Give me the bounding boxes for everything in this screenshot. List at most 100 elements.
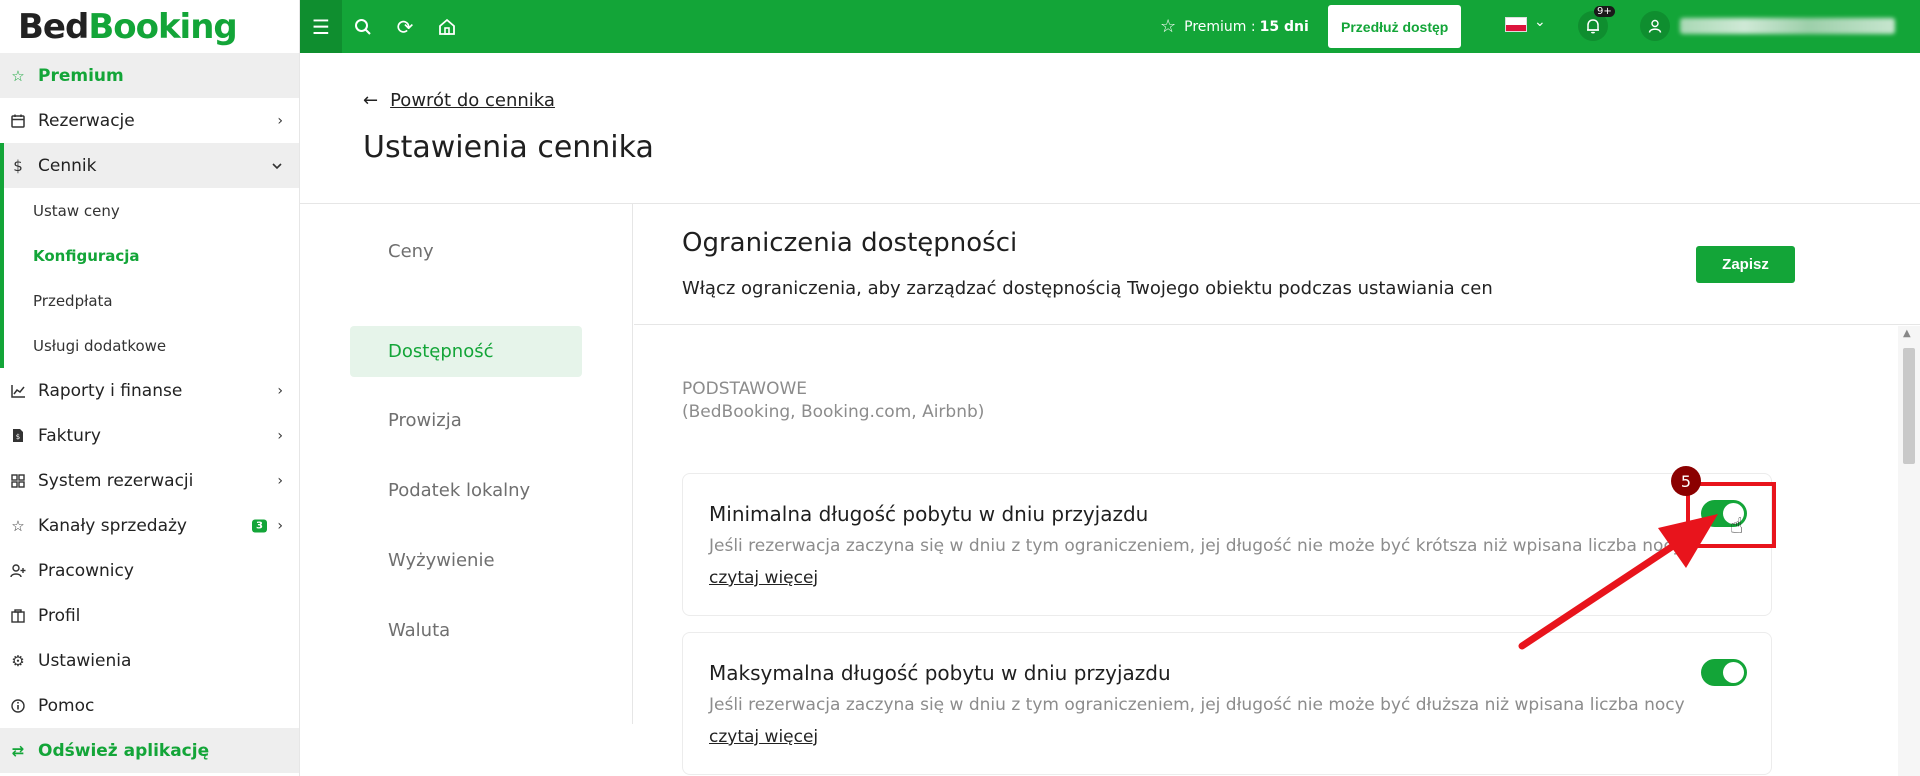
building-icon <box>10 608 26 624</box>
sidebar-item-premium[interactable]: ☆ Premium <box>0 53 299 98</box>
language-flag-icon[interactable] <box>1505 17 1527 32</box>
sidebar: Bed Booking ☆ Premium Rezerwacje › $ Cenn… <box>0 0 300 776</box>
sidebar-item-kanaly-sprzedazy[interactable]: ☆ Kanały sprzedaży 3 › <box>0 503 299 548</box>
logo-bed: Bed <box>18 6 89 47</box>
page-header: ← Powrót do cennika Ustawienia cennika <box>300 53 1920 204</box>
tab-podatek-lokalny[interactable]: Podatek lokalny <box>350 465 582 516</box>
chevron-right-icon: › <box>277 472 283 489</box>
premium-days: 15 dni <box>1259 18 1309 35</box>
back-link-label: Powrót do cennika <box>390 90 555 111</box>
sidebar-item-label: Faktury <box>38 425 101 446</box>
chevron-right-icon: › <box>277 112 283 129</box>
extend-access-button[interactable]: Przedłuż dostęp <box>1328 5 1462 48</box>
step-number-badge: 5 <box>1671 466 1701 496</box>
sidebar-item-pomoc[interactable]: Pomoc <box>0 683 299 728</box>
card-description: Jeśli rezerwacja zaczyna się w dniu z ty… <box>709 695 1685 715</box>
app-logo[interactable]: Bed Booking <box>0 0 299 53</box>
section-title: Ograniczenia dostępności <box>682 228 1018 258</box>
channels-count-badge: 3 <box>252 519 267 532</box>
sidebar-item-ustawienia[interactable]: ⚙ Ustawienia <box>0 638 299 683</box>
dollar-icon: $ <box>13 156 23 175</box>
refresh-icon: ⇄ <box>11 741 25 760</box>
submenu-item-uslugi-dodatkowe[interactable]: Usługi dodatkowe <box>4 323 299 368</box>
submenu-item-konfiguracja[interactable]: Konfiguracja <box>4 233 299 278</box>
refresh-app-button[interactable]: ⇄ Odśwież aplikację <box>0 728 299 773</box>
tab-ceny[interactable]: Ceny <box>350 226 582 277</box>
read-more-link[interactable]: czytaj więcej <box>709 568 818 588</box>
sidebar-item-label: Cennik <box>38 155 97 176</box>
chevron-right-icon: › <box>277 517 283 534</box>
cennik-submenu: Ustaw ceny Konfiguracja Przedpłata Usług… <box>0 188 299 368</box>
sidebar-item-label: Kanały sprzedaży <box>38 515 187 536</box>
group-label-title: PODSTAWOWE <box>682 379 808 399</box>
sidebar-item-label: Raporty i finanse <box>38 380 183 401</box>
annotation-arrow-icon <box>1518 514 1718 650</box>
save-button[interactable]: Zapisz <box>1696 246 1795 283</box>
page-title: Ustawienia cennika <box>363 130 654 165</box>
arrow-left-icon: ← <box>363 90 379 111</box>
read-more-link[interactable]: czytaj więcej <box>709 727 818 747</box>
premium-label: Premium : <box>1184 18 1256 35</box>
sidebar-item-label: Ustawienia <box>38 650 132 671</box>
user-avatar-icon[interactable] <box>1640 11 1670 41</box>
sidebar-item-cennik[interactable]: $ Cennik <box>0 143 299 188</box>
sidebar-item-system-rezerwacji[interactable]: System rezerwacji › <box>0 458 299 503</box>
card-title: Maksymalna długość pobytu w dniu przyjaz… <box>709 661 1171 685</box>
search-icon[interactable] <box>342 0 384 53</box>
sidebar-item-raporty[interactable]: Raporty i finanse › <box>0 368 299 413</box>
chevron-down-icon <box>271 158 283 174</box>
back-to-pricing-link[interactable]: ← Powrót do cennika <box>363 90 555 111</box>
card-title: Minimalna długość pobytu w dniu przyjazd… <box>709 502 1149 526</box>
divider <box>634 324 1920 325</box>
grid-icon <box>10 473 26 489</box>
chart-icon <box>10 383 26 399</box>
tab-waluta[interactable]: Waluta <box>350 605 582 656</box>
sidebar-item-label: Profil <box>38 605 81 626</box>
star-icon: ☆ <box>11 66 25 85</box>
toggle-knob <box>1723 662 1744 683</box>
max-stay-toggle[interactable] <box>1701 659 1747 686</box>
sidebar-item-label: Pomoc <box>38 695 95 716</box>
section-description: Włącz ograniczenia, aby zarządzać dostęp… <box>682 278 1493 299</box>
sidebar-item-label: System rezerwacji <box>38 470 194 491</box>
group-label: PODSTAWOWE (BedBooking, Booking.com, Air… <box>682 378 984 424</box>
user-add-icon <box>10 563 26 579</box>
chevron-right-icon: › <box>277 382 283 399</box>
sidebar-item-label: Premium <box>38 65 124 86</box>
settings-tabs: Ceny Dostępność Prowizja Podatek lokalny… <box>300 204 633 724</box>
submenu-item-ustaw-ceny[interactable]: Ustaw ceny <box>4 188 299 233</box>
sync-icon[interactable]: ⟳ <box>384 0 426 53</box>
premium-status: ☆ Premium : 15 dni <box>1160 0 1309 53</box>
scrollbar-thumb[interactable] <box>1903 348 1915 464</box>
sidebar-item-pracownicy[interactable]: Pracownicy <box>0 548 299 593</box>
top-bar: ☰ ⟳ ☆ Premium : 15 dni Przedłuż dostęp ⌄… <box>300 0 1920 53</box>
gear-icon: ⚙ <box>11 651 25 670</box>
submenu-item-przedplata[interactable]: Przedpłata <box>4 278 299 323</box>
svg-text:$: $ <box>16 433 20 441</box>
notification-count-badge: 9+ <box>1594 6 1615 17</box>
logo-booking: Booking <box>88 6 237 47</box>
sidebar-item-label: Pracownicy <box>38 560 134 581</box>
tab-dostepnosc[interactable]: Dostępność <box>350 326 582 377</box>
home-icon[interactable] <box>426 0 468 53</box>
chevron-right-icon: › <box>277 427 283 444</box>
sidebar-item-profil[interactable]: Profil <box>0 593 299 638</box>
scrollbar[interactable]: ▲ <box>1898 326 1920 776</box>
invoice-icon: $ <box>10 428 26 444</box>
star-icon: ☆ <box>1160 16 1177 37</box>
scroll-up-arrow-icon[interactable]: ▲ <box>1903 328 1911 339</box>
calendar-icon <box>10 113 26 129</box>
user-email-blurred[interactable] <box>1680 18 1895 34</box>
chevron-down-icon[interactable]: ⌄ <box>1534 14 1546 30</box>
sidebar-item-rezerwacje[interactable]: Rezerwacje › <box>0 98 299 143</box>
star-icon: ☆ <box>11 516 25 535</box>
sidebar-item-label: Rezerwacje <box>38 110 135 131</box>
sidebar-item-faktury[interactable]: $ Faktury › <box>0 413 299 458</box>
info-icon <box>10 698 26 714</box>
tab-wyzywienie[interactable]: Wyżywienie <box>350 535 582 586</box>
tab-prowizja[interactable]: Prowizja <box>350 395 582 446</box>
hamburger-menu-icon[interactable]: ☰ <box>300 0 342 53</box>
group-label-channels: (BedBooking, Booking.com, Airbnb) <box>682 402 985 422</box>
hand-cursor-icon: ☝ <box>1730 514 1744 539</box>
refresh-label: Odśwież aplikację <box>38 740 210 761</box>
